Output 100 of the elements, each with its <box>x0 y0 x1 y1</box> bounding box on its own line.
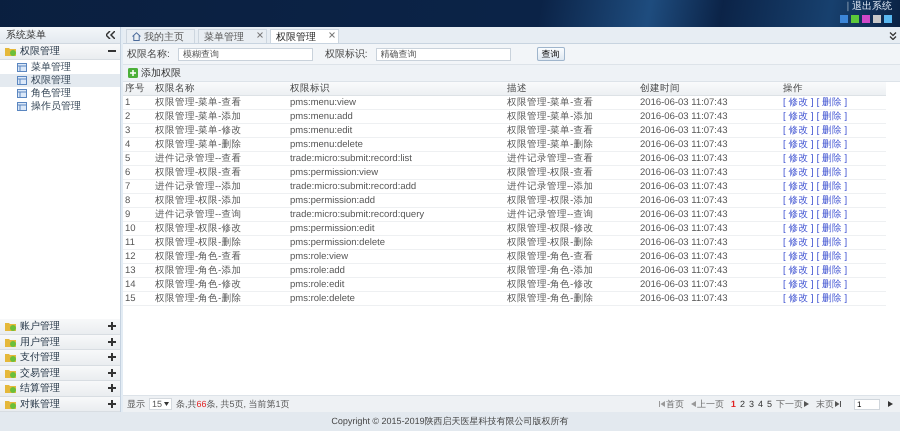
action-link[interactable]: [ 修改 ] <box>783 96 814 109</box>
action-link[interactable]: [ 修改 ] <box>783 124 814 137</box>
table-cell: 2016-06-03 11:07:43 <box>638 124 781 138</box>
action-link[interactable]: [ 修改 ] <box>783 278 814 291</box>
accordion-header[interactable]: 对账管理 <box>0 396 120 412</box>
logout-link[interactable]: | 退出系统 <box>846 1 892 13</box>
plus-icon <box>108 353 116 362</box>
table-cell: pms:permission:delete <box>288 236 505 250</box>
table-cell: 权限管理-菜单-查看 <box>505 96 638 110</box>
close-icon[interactable] <box>329 32 335 38</box>
search-field[interactable]: 模糊查询 <box>178 48 313 60</box>
folder-icon <box>5 383 17 394</box>
column-header[interactable]: 描述 <box>505 82 638 96</box>
tab[interactable]: 我的主页 <box>126 29 195 43</box>
accordion-header[interactable]: 结算管理 <box>0 381 120 396</box>
table-cell: 权限管理-角色-删除 <box>155 292 288 306</box>
tab[interactable]: 菜单管理 <box>198 29 267 43</box>
action-link[interactable]: [ 删除 ] <box>816 96 848 109</box>
accordion-header[interactable]: 权限管理 <box>0 44 120 60</box>
accordion-header[interactable]: 账户管理 <box>0 319 120 334</box>
action-link[interactable]: [ 删除 ] <box>816 124 848 137</box>
next-page-link[interactable]: 下一页 <box>776 398 809 410</box>
table-cell: 权限管理-菜单-添加 <box>505 110 638 124</box>
table-cell: pms:role:view <box>288 250 505 264</box>
collapse-icon[interactable] <box>106 31 115 39</box>
page-number[interactable]: 1 <box>730 399 736 409</box>
action-link[interactable]: [ 修改 ] <box>783 166 814 179</box>
search-field[interactable]: 精确查询 <box>376 48 511 60</box>
table-icon <box>17 62 27 72</box>
close-icon[interactable] <box>257 32 263 38</box>
table-cell: 3 <box>123 124 155 138</box>
action-link[interactable]: [ 修改 ] <box>783 264 814 277</box>
action-link[interactable]: [ 修改 ] <box>783 222 814 235</box>
column-header[interactable]: 序号 <box>123 82 155 96</box>
tree-item[interactable]: 角色管理 <box>0 86 120 100</box>
theme-swatch[interactable] <box>873 15 881 23</box>
action-link[interactable]: [ 删除 ] <box>816 278 848 291</box>
action-link[interactable]: [ 修改 ] <box>783 138 814 151</box>
table-cell: 权限管理-菜单-添加 <box>155 110 288 124</box>
accordion-header[interactable]: 交易管理 <box>0 366 120 381</box>
table-icon <box>17 102 27 110</box>
previous-page-link[interactable]: 上一页 <box>690 398 724 410</box>
show-label: 显示 <box>127 398 145 410</box>
column-header[interactable]: 操作 <box>781 82 886 96</box>
last-page-link[interactable]: 末页 <box>816 398 841 410</box>
page-size-select[interactable]: 15 <box>149 398 172 410</box>
action-link[interactable]: [ 删除 ] <box>816 292 848 305</box>
action-link[interactable]: [ 删除 ] <box>816 222 848 235</box>
table-cell: 权限管理-角色-查看 <box>155 250 288 264</box>
table-cell: 进件记录管理--查询 <box>155 208 288 222</box>
action-link[interactable]: [ 删除 ] <box>816 152 848 165</box>
page-number[interactable]: 5 <box>766 399 772 409</box>
action-link[interactable]: [ 修改 ] <box>783 194 814 207</box>
tree-item[interactable]: 菜单管理 <box>0 60 120 74</box>
tree-item[interactable]: 操作员管理 <box>0 100 120 112</box>
column-header[interactable]: 创建时间 <box>638 82 781 96</box>
page-number[interactable]: 2 <box>740 399 745 409</box>
action-link[interactable]: [ 删除 ] <box>816 208 848 221</box>
tab[interactable]: 权限管理 <box>270 29 339 43</box>
query-button[interactable]: 查询 <box>536 47 565 61</box>
action-link[interactable]: [ 修改 ] <box>783 110 814 123</box>
accordion-header[interactable]: 支付管理 <box>0 350 120 366</box>
action-link[interactable]: [ 修改 ] <box>783 208 814 221</box>
action-link[interactable]: [ 修改 ] <box>783 180 814 193</box>
theme-swatch[interactable] <box>840 15 848 23</box>
action-link[interactable]: [ 修改 ] <box>783 236 814 249</box>
table-cell: trade:micro:submit:record:list <box>288 152 505 166</box>
first-page-link[interactable]: 首页 <box>658 398 684 410</box>
action-link[interactable]: [ 修改 ] <box>783 250 814 263</box>
add-permission-button[interactable]: 添加权限 <box>127 66 182 80</box>
action-link[interactable]: [ 删除 ] <box>816 180 848 193</box>
copyright-text: Copyright © 2015-2019陕西启天医星科技有限公司版权所有 <box>331 415 569 428</box>
page-input[interactable]: 1 <box>854 398 880 410</box>
table-cell: 权限管理-权限-修改 <box>155 222 288 236</box>
action-link[interactable]: [ 删除 ] <box>816 138 848 151</box>
column-header[interactable]: 权限名称 <box>155 82 288 96</box>
table-cell: 2016-06-03 11:07:43 <box>638 250 781 264</box>
action-link[interactable]: [ 删除 ] <box>816 264 848 277</box>
theme-swatch[interactable] <box>884 15 892 23</box>
table-cell: 进件记录管理--查看 <box>155 152 288 166</box>
accordion-header[interactable]: 用户管理 <box>0 334 120 350</box>
folder-icon <box>5 46 17 56</box>
page-number[interactable]: 3 <box>748 399 754 409</box>
table-cell: 13 <box>123 264 155 278</box>
theme-swatch[interactable] <box>862 15 870 23</box>
chevrons-down-icon[interactable] <box>889 32 897 40</box>
action-link[interactable]: [ 删除 ] <box>816 166 848 179</box>
action-link[interactable]: [ 删除 ] <box>816 236 848 249</box>
left-triangle-icon <box>690 401 696 407</box>
action-link[interactable]: [ 删除 ] <box>816 250 848 263</box>
page-number[interactable]: 4 <box>758 399 763 409</box>
table-cell: 权限管理-菜单-修改 <box>155 124 288 138</box>
table-cell: 2016-06-03 11:07:43 <box>638 152 781 166</box>
action-link[interactable]: [ 删除 ] <box>816 194 848 207</box>
tree-item[interactable]: 权限管理 <box>0 74 120 86</box>
theme-swatch[interactable] <box>851 15 859 23</box>
action-link[interactable]: [ 删除 ] <box>816 110 848 123</box>
action-link[interactable]: [ 修改 ] <box>783 292 814 305</box>
action-link[interactable]: [ 修改 ] <box>783 152 814 165</box>
column-header[interactable]: 权限标识 <box>288 82 505 96</box>
